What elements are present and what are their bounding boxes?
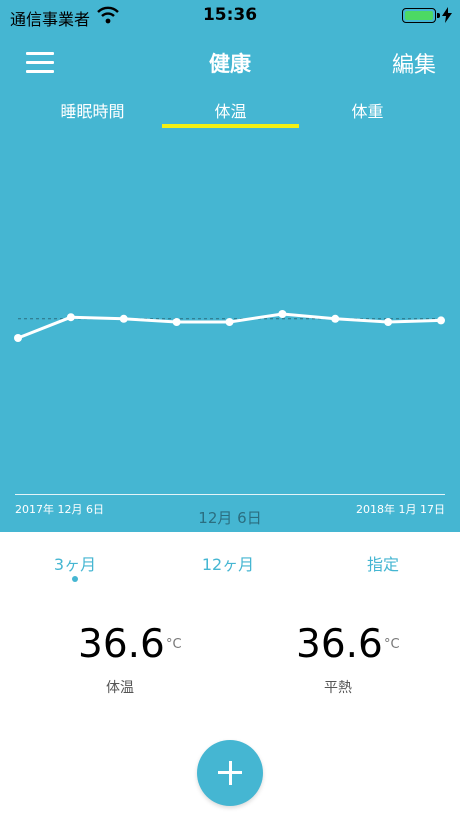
chart-x-axis — [15, 494, 445, 495]
charging-icon — [442, 7, 452, 23]
normal-temperature-value: 36.6 — [296, 622, 383, 667]
range-12-months[interactable]: 12ヶ月 — [153, 551, 303, 575]
tab-sleep[interactable]: 睡眠時間 — [24, 98, 161, 122]
data-point[interactable] — [437, 316, 445, 325]
current-temperature-value: 36.6 — [78, 622, 165, 667]
tab-temperature[interactable]: 体温 — [162, 98, 299, 122]
range-selected-indicator — [72, 576, 78, 582]
data-point[interactable] — [14, 334, 22, 342]
data-point[interactable] — [172, 318, 181, 326]
navigation-bar: 健康 編集 — [0, 40, 460, 84]
clock: 15:36 — [202, 5, 258, 25]
data-point[interactable] — [278, 310, 287, 318]
data-point[interactable] — [66, 313, 75, 322]
status-bar: 通信事業者 15:36 — [0, 0, 460, 32]
tab-selected-indicator — [162, 124, 299, 128]
add-record-button[interactable] — [197, 740, 263, 806]
normal-temperature-label: 平熱 — [324, 680, 352, 696]
range-custom[interactable]: 指定 — [308, 551, 458, 575]
current-temperature-label: 体温 — [106, 680, 134, 696]
normal-temperature-unit: °C — [384, 637, 400, 652]
range-3-months[interactable]: 3ヶ月 — [0, 551, 150, 575]
chart-selected-date: 12月 6日 — [198, 509, 262, 527]
temperature-chart[interactable] — [0, 290, 460, 370]
data-point[interactable] — [225, 318, 234, 326]
tab-weight[interactable]: 体重 — [299, 98, 436, 122]
data-point[interactable] — [119, 314, 128, 323]
edit-button[interactable]: 編集 — [392, 47, 436, 79]
current-temperature-unit: °C — [166, 637, 182, 652]
data-point[interactable] — [384, 318, 393, 326]
battery-icon — [402, 8, 440, 23]
data-point[interactable] — [331, 314, 340, 323]
